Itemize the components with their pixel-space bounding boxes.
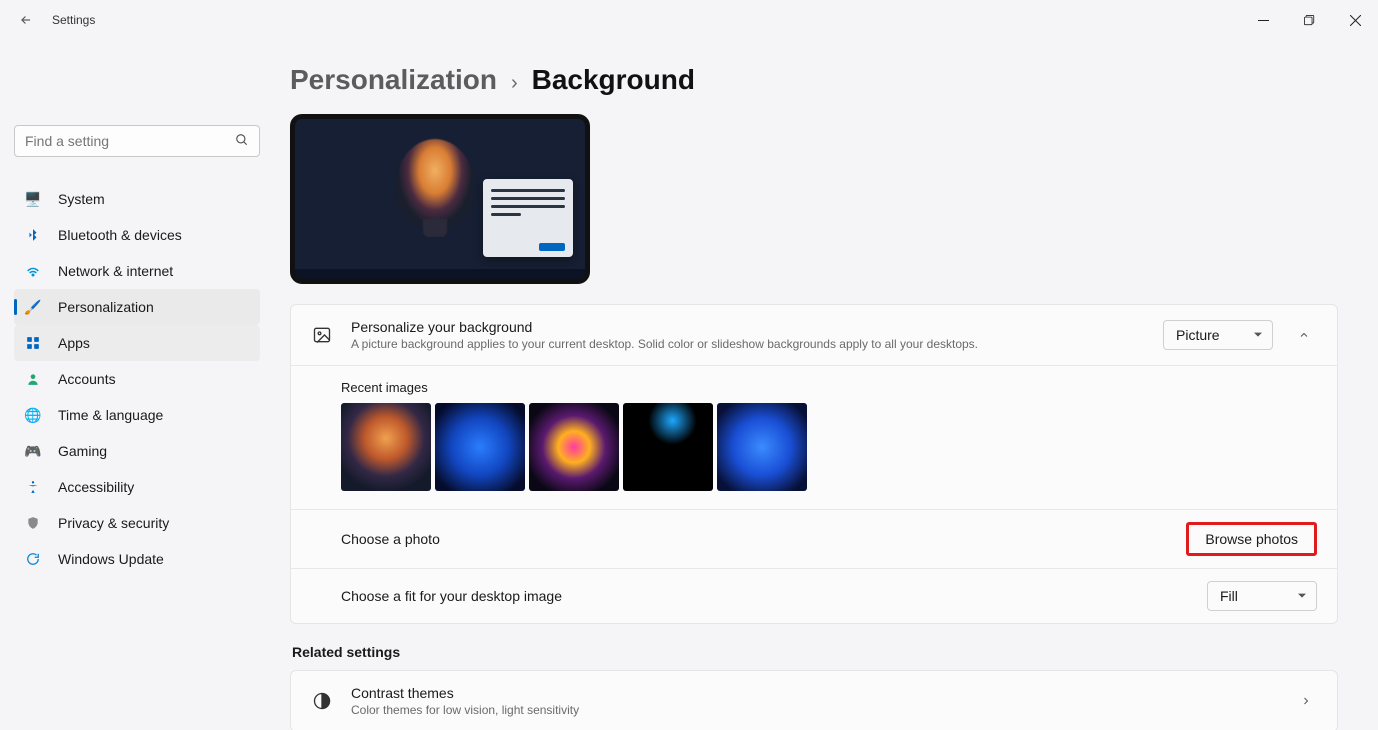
close-button[interactable]: [1332, 0, 1378, 40]
sidebar: 🖥️ System Bluetooth & devices Network & …: [0, 40, 270, 730]
sidebar-item-label: Personalization: [58, 299, 154, 315]
background-type-dropdown[interactable]: Picture: [1163, 320, 1273, 350]
fit-dropdown[interactable]: Fill: [1207, 581, 1317, 611]
recent-image-thumb[interactable]: [435, 403, 525, 491]
display-icon: 🖥️: [24, 190, 42, 208]
recent-image-thumb[interactable]: [623, 403, 713, 491]
personalize-title: Personalize your background: [351, 319, 1145, 335]
browse-photos-button-highlight: Browse photos: [1186, 522, 1317, 556]
apps-icon: [24, 334, 42, 352]
sidebar-item-label: Apps: [58, 335, 90, 351]
preview-taskbar: [295, 269, 585, 279]
sidebar-item-label: System: [58, 191, 105, 207]
chevron-up-icon[interactable]: [1291, 322, 1317, 348]
sidebar-item-time-language[interactable]: 🌐 Time & language: [14, 397, 260, 433]
browse-photos-button[interactable]: Browse photos: [1203, 529, 1300, 549]
back-button[interactable]: [12, 6, 40, 34]
update-icon: [24, 550, 42, 568]
breadcrumb-parent[interactable]: Personalization: [290, 64, 497, 96]
sidebar-item-accessibility[interactable]: Accessibility: [14, 469, 260, 505]
window-controls: [1240, 0, 1378, 40]
wifi-icon: [24, 262, 42, 280]
paintbrush-icon: 🖌️: [24, 298, 42, 316]
sidebar-item-label: Windows Update: [58, 551, 164, 567]
recent-image-thumb[interactable]: [717, 403, 807, 491]
sidebar-item-label: Accessibility: [58, 479, 134, 495]
picture-icon: [311, 324, 333, 346]
sidebar-item-label: Gaming: [58, 443, 107, 459]
sidebar-item-label: Network & internet: [58, 263, 173, 279]
globe-clock-icon: 🌐: [24, 406, 42, 424]
recent-images-section: Recent images: [291, 366, 1337, 510]
bluetooth-icon: [24, 226, 42, 244]
preview-sample-window: [483, 179, 573, 257]
recent-images-label: Recent images: [341, 380, 1317, 395]
titlebar: Settings: [0, 0, 1378, 40]
contrast-icon: [311, 690, 333, 712]
recent-image-thumb[interactable]: [341, 403, 431, 491]
contrast-themes-row[interactable]: Contrast themes Color themes for low vis…: [291, 671, 1337, 730]
sidebar-item-privacy[interactable]: Privacy & security: [14, 505, 260, 541]
choose-photo-row: Choose a photo Browse photos: [291, 510, 1337, 569]
person-icon: [24, 370, 42, 388]
desktop-preview: [290, 114, 590, 284]
choose-fit-row: Choose a fit for your desktop image Fill: [291, 569, 1337, 623]
search-input[interactable]: [25, 133, 235, 149]
contrast-themes-title: Contrast themes: [351, 685, 1277, 701]
sidebar-item-system[interactable]: 🖥️ System: [14, 181, 260, 217]
chevron-right-icon: ›: [511, 72, 518, 95]
chevron-right-icon: [1295, 690, 1317, 712]
sidebar-item-network[interactable]: Network & internet: [14, 253, 260, 289]
related-settings-card: Contrast themes Color themes for low vis…: [290, 670, 1338, 730]
minimize-button[interactable]: [1240, 0, 1286, 40]
sidebar-item-label: Accounts: [58, 371, 116, 387]
sidebar-item-accounts[interactable]: Accounts: [14, 361, 260, 397]
accessibility-icon: [24, 478, 42, 496]
main-content: Personalization › Background Personalize…: [270, 40, 1378, 730]
sidebar-item-gaming[interactable]: 🎮 Gaming: [14, 433, 260, 469]
choose-photo-label: Choose a photo: [341, 531, 440, 547]
gamepad-icon: 🎮: [24, 442, 42, 460]
maximize-button[interactable]: [1286, 0, 1332, 40]
personalize-background-row[interactable]: Personalize your background A picture ba…: [291, 305, 1337, 366]
sidebar-item-apps[interactable]: Apps: [14, 325, 260, 361]
window-title: Settings: [52, 13, 95, 27]
search-box[interactable]: [14, 125, 260, 157]
breadcrumb-current: Background: [532, 64, 695, 96]
sidebar-item-bluetooth[interactable]: Bluetooth & devices: [14, 217, 260, 253]
preview-wallpaper-art: [395, 139, 475, 229]
sidebar-item-windows-update[interactable]: Windows Update: [14, 541, 260, 577]
breadcrumb: Personalization › Background: [290, 60, 1338, 96]
contrast-themes-subtitle: Color themes for low vision, light sensi…: [351, 703, 1277, 717]
sidebar-item-label: Bluetooth & devices: [58, 227, 182, 243]
recent-images-thumbs: [341, 403, 1317, 491]
personalize-subtitle: A picture background applies to your cur…: [351, 337, 1145, 351]
choose-fit-label: Choose a fit for your desktop image: [341, 588, 562, 604]
recent-image-thumb[interactable]: [529, 403, 619, 491]
sidebar-item-personalization[interactable]: 🖌️ Personalization: [14, 289, 260, 325]
search-icon: [235, 133, 249, 150]
shield-icon: [24, 514, 42, 532]
sidebar-item-label: Privacy & security: [58, 515, 169, 531]
sidebar-item-label: Time & language: [58, 407, 163, 423]
related-settings-header: Related settings: [292, 644, 1338, 660]
background-settings-card: Personalize your background A picture ba…: [290, 304, 1338, 624]
sidebar-nav: 🖥️ System Bluetooth & devices Network & …: [14, 181, 260, 577]
